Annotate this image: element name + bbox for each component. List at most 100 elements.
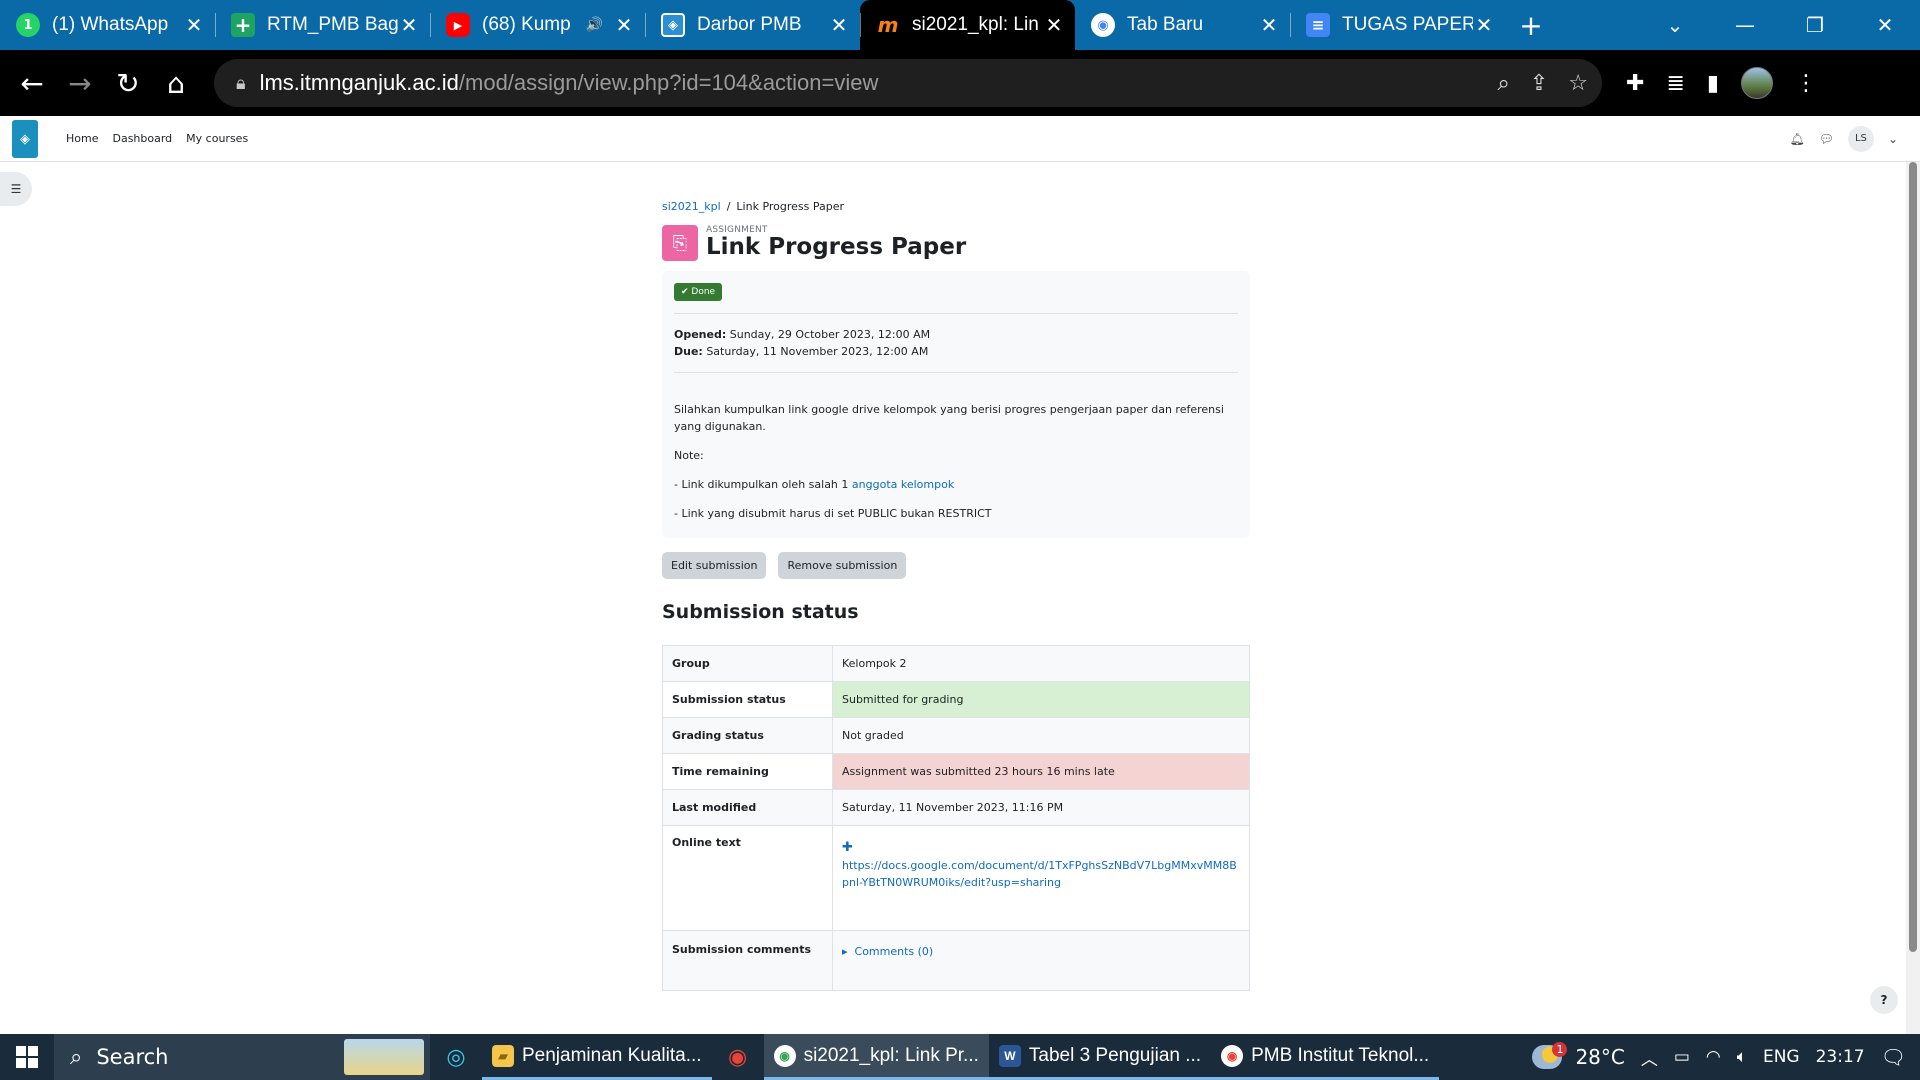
tab-title: Tab Baru — [1127, 14, 1204, 35]
row-value-time-remaining: Assignment was submitted 23 hours 16 min… — [832, 753, 1250, 790]
close-icon[interactable]: ✕ — [183, 13, 205, 37]
divider — [674, 313, 1238, 314]
chrome-icon: ◉ — [773, 1044, 796, 1067]
close-icon[interactable]: ✕ — [398, 13, 420, 37]
tab-whatsapp[interactable]: 1 (1) WhatsApp ✕ — [0, 0, 215, 50]
row-value-group: Kelompok 2 — [832, 645, 1250, 682]
breadcrumb-course-link[interactable]: si2021_kpl — [662, 200, 721, 213]
bell-icon[interactable]: 🔔︎ — [1789, 132, 1804, 146]
submission-status-heading: Submission status — [662, 601, 859, 623]
tab-moodle-active[interactable]: m si2021_kpl: Lin ✕ — [860, 0, 1075, 50]
chevron-up-icon[interactable]: ︿ — [1641, 1045, 1658, 1070]
table-row: Last modified Saturday, 11 November 2023… — [662, 789, 1250, 826]
tab-search-icon[interactable]: ⌄ — [1640, 0, 1710, 50]
whatsapp-icon: 1 — [16, 13, 40, 37]
comments-toggle[interactable]: ▸ Comments (0) — [842, 945, 1240, 958]
weather-widget[interactable]: 1 28°C — [1532, 1041, 1625, 1069]
table-row: Grading status Not graded — [662, 717, 1250, 754]
reload-icon[interactable]: ↻ — [104, 59, 152, 107]
table-row: Submission status Submitted for grading — [662, 681, 1250, 718]
row-value-last-modified: Saturday, 11 November 2023, 11:16 PM — [832, 789, 1250, 826]
wifi-icon[interactable]: ◠ — [1706, 1047, 1721, 1067]
tab-darbor-pmb[interactable]: ◈ Darbor PMB ✕ — [645, 0, 860, 50]
caret-right-icon: ▸ — [842, 945, 855, 958]
remove-submission-button[interactable]: Remove submission — [778, 552, 907, 579]
window-close-icon[interactable]: ✕ — [1850, 0, 1920, 50]
close-icon[interactable]: ✕ — [828, 13, 850, 37]
battery-icon[interactable]: ▭ — [1674, 1047, 1690, 1067]
url-path: /mod/assign/view.php?id=104&action=view — [458, 70, 879, 95]
notification-icon[interactable]: 🗨︎ — [1881, 1045, 1906, 1069]
speaker-icon[interactable]: 🔊 — [586, 17, 603, 33]
lock-icon[interactable]: 🔒︎ — [236, 73, 246, 94]
nav-home[interactable]: Home — [66, 132, 98, 145]
darbor-icon: ◈ — [661, 13, 685, 37]
edge-icon[interactable]: ◎ — [430, 1034, 482, 1080]
media-control-icon[interactable]: ≣ — [1666, 71, 1684, 96]
language-indicator[interactable]: ENG — [1763, 1047, 1800, 1067]
close-icon[interactable]: ✕ — [1043, 13, 1065, 37]
profile-avatar[interactable] — [1740, 67, 1773, 99]
intro-rule-2: - Link yang disubmit harus di set PUBLIC… — [674, 507, 992, 520]
taskbar-app-chrome-active[interactable]: ◉ si2021_kpl: Link Pr... — [763, 1034, 989, 1080]
back-arrow-icon[interactable]: ← — [8, 59, 56, 107]
share-icon[interactable]: ⇪ — [1530, 71, 1548, 96]
chrome-icon: ◉ — [1091, 13, 1115, 37]
nav-dashboard[interactable]: Dashboard — [112, 132, 172, 145]
divider — [674, 372, 1238, 373]
forward-arrow-icon[interactable]: → — [56, 59, 104, 107]
page-header: ⎘ ASSIGNMENT Link Progress Paper — [662, 225, 1250, 261]
row-value-comments: ▸ Comments (0) — [832, 930, 1250, 991]
site-logo[interactable]: ◈ — [12, 120, 38, 158]
home-icon[interactable]: ⌂ — [152, 59, 200, 107]
tab-new-tab-page[interactable]: ◉ Tab Baru ✕ — [1075, 0, 1290, 50]
taskbar-app-explorer[interactable]: ▰ Penjaminan Kualita... — [482, 1034, 712, 1080]
expand-plus-icon[interactable]: ✚ — [842, 840, 1240, 855]
comments-link[interactable]: Comments (0) — [855, 945, 934, 958]
tab-youtube[interactable]: ▶ (68) Kump 🔊 ✕ — [430, 0, 645, 50]
tab-tugas-paper[interactable]: ≡ TUGAS PAPER ✕ — [1290, 0, 1505, 50]
windows-start-icon[interactable] — [0, 1034, 54, 1080]
close-icon[interactable]: ✕ — [1258, 13, 1280, 37]
tab-rtm-pmb[interactable]: + RTM_PMB Bag ✕ — [215, 0, 430, 50]
message-bubble-icon[interactable]: 💬︎ — [1819, 132, 1834, 146]
bookmark-star-icon[interactable]: ☆ — [1568, 71, 1588, 96]
taskbar-app-word[interactable]: W Tabel 3 Pengujian ... — [988, 1034, 1212, 1080]
page-scrollbar[interactable] — [1906, 162, 1920, 1034]
tab-title: (1) WhatsApp — [52, 14, 169, 35]
submission-status-table: Group Kelompok 2 Submission status Submi… — [662, 645, 1250, 991]
scroll-thumb[interactable] — [1909, 162, 1917, 952]
row-value-grading-status: Not graded — [832, 717, 1250, 754]
taskbar-search-box[interactable]: ⌕ Search — [54, 1034, 430, 1080]
nav-my-courses[interactable]: My courses — [186, 132, 248, 145]
row-value-online-text: ✚ https://docs.google.com/document/d/1Tx… — [832, 825, 1250, 931]
close-icon[interactable]: ✕ — [613, 13, 635, 37]
clock[interactable]: 23:17 — [1816, 1047, 1865, 1067]
user-menu-avatar[interactable]: LS — [1847, 125, 1874, 152]
minimize-icon[interactable]: — — [1710, 0, 1780, 50]
help-button[interactable]: ? — [1870, 986, 1898, 1014]
address-bar[interactable]: 🔒︎ lms.itmnganjuk.ac.id/mod/assign/view.… — [214, 59, 1602, 107]
breadcrumb: si2021_kpl / Link Progress Paper — [662, 200, 1250, 213]
close-icon[interactable]: ✕ — [1473, 13, 1495, 37]
breadcrumb-current: Link Progress Paper — [736, 200, 845, 213]
menu-kebab-icon[interactable]: ⋮ — [1795, 71, 1817, 96]
chrome-icon[interactable]: ◉ — [712, 1034, 764, 1080]
row-label: Submission status — [662, 681, 833, 718]
volume-icon[interactable]: 🔈︎ — [1737, 1047, 1747, 1067]
restore-icon[interactable]: ❐ — [1780, 0, 1850, 50]
url-text[interactable]: lms.itmnganjuk.ac.id/mod/assign/view.php… — [260, 70, 1498, 96]
edit-submission-button[interactable]: Edit submission — [662, 552, 767, 579]
extensions-puzzle-icon[interactable]: ✚ — [1626, 71, 1644, 96]
taskbar-app-title: si2021_kpl: Link Pr... — [803, 1044, 979, 1066]
side-panel-icon[interactable]: ▮ — [1707, 71, 1719, 96]
lms-navbar: ◈ Home Dashboard My courses 🔔︎ 💬︎ LS ⌄ — [0, 116, 1920, 162]
row-label: Grading status — [662, 717, 833, 754]
intro-rule-1-link[interactable]: anggota kelompok — [852, 478, 954, 491]
zoom-icon[interactable]: ⌕ — [1498, 71, 1510, 96]
chevron-down-icon[interactable]: ⌄ — [1888, 132, 1898, 146]
new-tab-button[interactable]: + — [1509, 0, 1553, 50]
online-text-link[interactable]: https://docs.google.com/document/d/1TxFP… — [842, 857, 1240, 891]
course-index-toggle[interactable]: ☰ — [0, 172, 32, 206]
taskbar-app-chrome-pmb[interactable]: ◉ PMB Institut Teknol... — [1211, 1034, 1440, 1080]
